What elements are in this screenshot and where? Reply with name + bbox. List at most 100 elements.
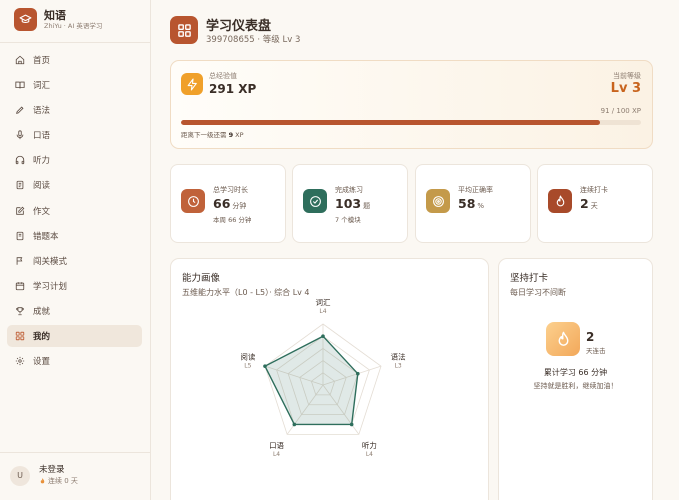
grid-icon [15, 331, 25, 341]
user-streak-text: 连续 0 天 [48, 477, 78, 485]
divider [0, 452, 150, 453]
brand[interactable]: 知语 ZhiYu · AI 英语学习 [14, 8, 102, 31]
stat-card-exercises[interactable]: 完成练习 103 题 7 个模块 [292, 164, 408, 243]
radar-data-area [264, 335, 359, 426]
stat-value: 103 题 [335, 196, 371, 211]
radar-axis-label: 听力 [362, 440, 377, 450]
home-icon [15, 55, 25, 65]
streak-subtitle: 每日学习不间断 [510, 288, 566, 297]
streak-total: 累计学习 66 分钟 [543, 368, 608, 377]
sidebar-item-label: 学习计划 [33, 281, 68, 292]
sidebar-item-study-plan[interactable]: 学习计划 [7, 275, 142, 297]
radar-axis-level: L4 [319, 308, 326, 315]
flag-icon [15, 256, 25, 266]
radar-axis-label: 词汇 [316, 298, 331, 307]
edit-icon [15, 206, 25, 216]
stat-value: 66 分钟 [213, 196, 247, 211]
xp-progress-text: 91 / 100 XP [600, 107, 641, 115]
sidebar-nav: 首页 词汇 语法 口语 听力 阅读 作文 错题本 闯关模式 学习计划 成就 我的… [7, 49, 142, 375]
stat-label: 总学习时长 [213, 186, 248, 194]
brand-subtitle: ZhiYu · AI 英语学习 [44, 21, 103, 30]
clock-icon [181, 189, 205, 213]
flame-icon [548, 189, 572, 213]
sidebar-item-profile[interactable]: 我的 [7, 325, 142, 348]
radar-data-point [349, 422, 354, 427]
sidebar-item-achievements[interactable]: 成就 [7, 300, 142, 322]
sidebar-item-label: 我的 [33, 332, 51, 343]
sidebar-item-writing[interactable]: 作文 [7, 200, 142, 222]
document-icon [15, 180, 25, 190]
user-profile[interactable]: U 未登录 连续 0 天 [10, 465, 78, 486]
sidebar-item-label: 口语 [33, 131, 51, 142]
radar-axis-label: 阅读 [240, 352, 255, 362]
radar-data-point [321, 334, 325, 338]
stat-label: 连续打卡 [580, 186, 608, 194]
sidebar-item-label: 首页 [33, 56, 51, 66]
sidebar-item-vocabulary[interactable]: 词汇 [7, 74, 142, 96]
radar-axis-level: L3 [395, 363, 402, 370]
sidebar-item-label: 错题本 [33, 231, 59, 242]
user-streak: 连续 0 天 [39, 476, 78, 486]
streak-message: 坚持就是胜利，继续加油！ [533, 382, 618, 390]
sidebar-item-label: 作文 [33, 206, 51, 217]
sidebar-item-label: 设置 [33, 357, 51, 368]
sidebar-item-label: 成就 [33, 306, 51, 317]
sidebar-item-home[interactable]: 首页 [7, 49, 142, 71]
radar-axis-level: L4 [273, 451, 280, 458]
divider [0, 42, 150, 43]
radar-axis-level: L5 [244, 363, 251, 370]
sidebar-item-challenge[interactable]: 闯关模式 [7, 250, 142, 272]
dashboard-icon [170, 16, 198, 44]
xp-label: 总经验值 [209, 72, 237, 80]
xp-next-level-text: 距离下一级还需 9 XP [181, 131, 244, 139]
xp-card: 总经验值 291 XP 当前等级 Lv 3 91 / 100 XP 距离下一级还… [170, 60, 653, 149]
radar-axis-level: L4 [366, 451, 373, 458]
page-title: 学习仪表盘 [206, 19, 272, 34]
stat-label: 平均正确率 [458, 186, 493, 194]
sidebar-item-label: 听力 [33, 156, 51, 167]
stat-value: 2天 [580, 196, 598, 211]
target-icon [426, 189, 450, 213]
flame-icon [546, 322, 580, 356]
sidebar-item-mistakes[interactable]: 错题本 [7, 225, 142, 247]
sidebar-item-listening[interactable]: 听力 [7, 149, 142, 171]
mic-icon [15, 130, 25, 140]
graduation-cap-icon [14, 8, 37, 31]
sidebar-item-speaking[interactable]: 口语 [7, 124, 142, 146]
page-subtitle: 399708655 · 等级 Lv 3 [206, 35, 301, 45]
ability-radar-card: 能力画像 五维能力水平（L0 - L5）· 综合 Lv 4 词汇 L4 语法 L3 听力… [170, 258, 489, 500]
user-name: 未登录 [39, 465, 65, 475]
sidebar-item-settings[interactable]: 设置 [7, 350, 142, 372]
flame-icon [39, 477, 46, 485]
check-circle-icon [303, 189, 327, 213]
radar-data-point [356, 371, 360, 376]
stat-card-streak[interactable]: 连续打卡 2天 [537, 164, 653, 243]
radar-axis-label: 语法 [391, 352, 406, 362]
sidebar-item-label: 闯关模式 [33, 256, 68, 267]
trophy-icon [15, 306, 25, 316]
calendar-icon [15, 281, 25, 291]
sidebar-item-reading[interactable]: 阅读 [7, 174, 142, 196]
sidebar-item-label: 阅读 [33, 181, 51, 192]
streak-days: 2 [586, 330, 595, 344]
headphones-icon [15, 155, 25, 165]
lightning-icon [181, 73, 203, 95]
gear-icon [15, 356, 25, 366]
streak-unit: 天连击 [586, 347, 606, 355]
radar-chart: 词汇L4语法L3听力L4口语L4阅读L5 [240, 298, 406, 458]
streak-title: 坚持打卡 [510, 273, 549, 284]
stat-card-accuracy[interactable]: 平均正确率 58% [415, 164, 531, 243]
radar-data-point [292, 422, 297, 427]
xp-progress-fill [181, 120, 600, 125]
notebook-icon [15, 231, 25, 241]
sidebar-item-grammar[interactable]: 语法 [7, 99, 142, 121]
brand-name: 知语 [44, 8, 66, 22]
level-label: 当前等级 [613, 72, 641, 80]
xp-value: 291 XP [209, 82, 257, 96]
level-value: Lv 3 [610, 81, 641, 96]
avatar: U [10, 465, 30, 486]
stat-label: 完成练习 [335, 186, 363, 194]
stat-subtext: 7 个模块 [335, 216, 361, 224]
stat-card-study-time[interactable]: 总学习时长 66 分钟 本周 66 分钟 [170, 164, 286, 243]
xp-progress-bar [181, 120, 641, 125]
